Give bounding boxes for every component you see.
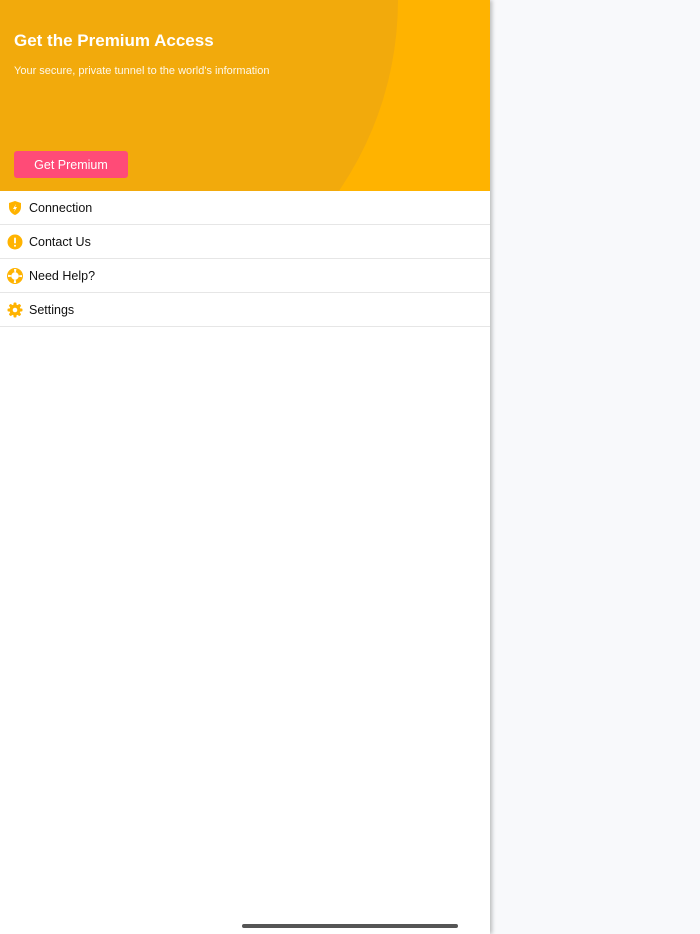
exclamation-circle-icon xyxy=(7,234,23,249)
shield-bolt-icon xyxy=(9,200,21,215)
get-premium-button[interactable]: Get Premium xyxy=(14,151,128,178)
premium-banner: Get the Premium Access Your secure, priv… xyxy=(0,0,490,191)
home-indicator[interactable] xyxy=(242,924,458,928)
menu-item-need-help[interactable]: Need Help? xyxy=(0,259,490,293)
menu-item-settings[interactable]: Settings xyxy=(0,293,490,327)
gear-icon xyxy=(7,302,23,317)
banner-subtitle: Your secure, private tunnel to the world… xyxy=(14,65,270,77)
navigation-drawer: Get the Premium Access Your secure, priv… xyxy=(0,0,490,934)
lifebuoy-icon xyxy=(7,267,23,284)
menu-item-contact-us[interactable]: Contact Us xyxy=(0,225,490,259)
menu-item-label: Contact Us xyxy=(29,234,91,249)
menu-item-label: Need Help? xyxy=(29,268,96,283)
menu-item-label: Settings xyxy=(29,302,75,317)
banner-title: Get the Premium Access xyxy=(14,31,214,50)
menu-item-label: Connection xyxy=(29,200,93,215)
menu-item-connection[interactable]: Connection xyxy=(0,191,490,225)
